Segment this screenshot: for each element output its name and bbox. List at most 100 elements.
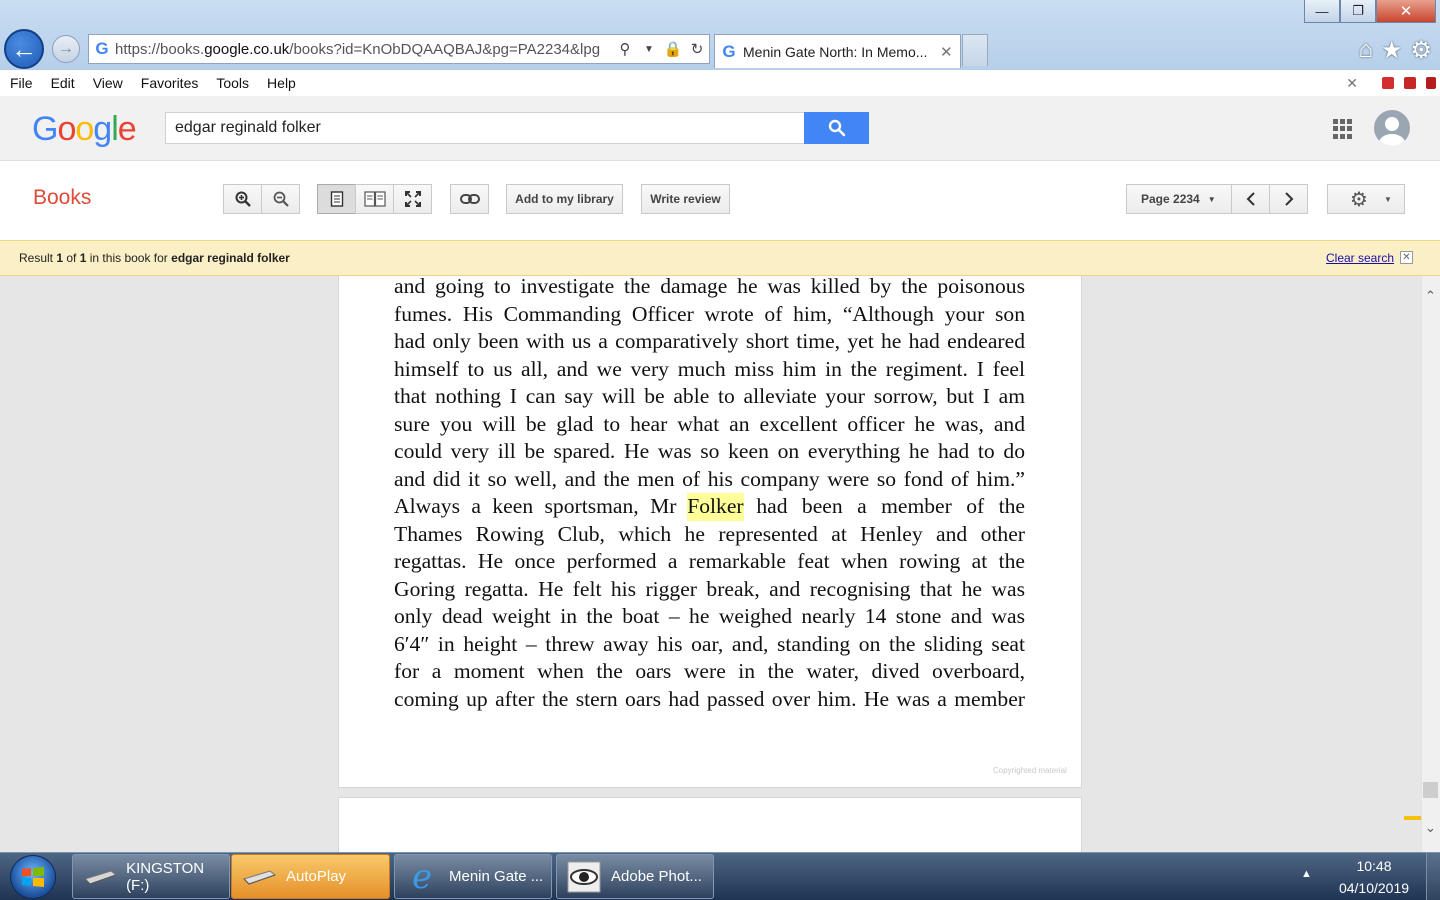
zoom-out-button[interactable] [261,184,300,214]
menu-edit[interactable]: Edit [41,75,83,91]
tab-menin-gate[interactable]: G Menin Gate North: In Memo... ✕ [714,34,961,68]
internet-explorer-icon: e [411,856,433,897]
gear-icon: ⚙ [1350,188,1368,211]
windows-logo-icon [22,867,44,887]
fullscreen-button[interactable] [393,184,432,214]
show-hidden-icons-button[interactable]: ▲ [1301,868,1312,880]
lock-icon[interactable]: 🔒 [661,40,685,58]
url-domain: google.co.uk [204,40,290,58]
single-page-icon [330,191,343,207]
search-input[interactable]: edgar reginald folker [165,112,805,144]
menu-view[interactable]: View [83,75,131,91]
text-line: Thames Rowing Club, which he represented… [394,521,1025,546]
taskbar-item-kingston[interactable]: KINGSTON (F:) [72,854,230,899]
page-selector-label: Page 2234 [1141,192,1200,206]
text-line: and did it so well, and the men of his c… [394,466,1025,491]
fullscreen-icon [404,191,421,207]
book-page-text: and going to investigate the damage he w… [394,273,1025,713]
text-line: had only been with us a comparatively sh… [394,329,1025,353]
text-line-with-highlight: Always a keen sportsman, Mr Folker had b… [394,493,1025,521]
favorites-star-icon[interactable]: ★ [1381,36,1403,65]
google-logo[interactable]: Google [32,110,137,149]
back-button[interactable]: ← [4,29,44,69]
forward-arrow-icon: → [58,40,74,57]
minimize-button[interactable]: — [1304,0,1340,23]
chevron-left-icon [1246,192,1255,206]
search-icon[interactable]: ⚲ [613,40,637,58]
text-line: coming up after the stern oars had passe… [394,686,1025,711]
clock-date[interactable]: 04/10/2019 [1332,880,1416,896]
menu-favorites[interactable]: Favorites [131,75,207,91]
scroll-up-arrow-icon[interactable]: ⌃ [1421,288,1440,304]
text-line: could very ill be spared. He was so keen… [394,439,1025,463]
taskbar-item-label: AutoPlay [286,868,347,885]
google-favicon-icon: G [722,41,736,61]
text-line: that nothing I can say will be able to a… [394,384,1025,408]
chevron-right-icon [1284,192,1293,206]
forward-button[interactable]: → [52,35,80,63]
address-bar[interactable]: G https://books.google.co.uk/books?id=Kn… [88,34,710,64]
url-text[interactable]: https://books.google.co.uk/books?id=KnOb… [115,41,613,58]
close-tab-icon[interactable]: ✕ [940,43,960,61]
url-prefix: https://books. [115,40,205,58]
add-to-library-button[interactable]: Add to my library [506,184,623,214]
books-section-label[interactable]: Books [33,186,91,210]
addon-red-icon[interactable] [1382,77,1394,89]
write-review-button[interactable]: Write review [641,184,730,214]
new-tab-button[interactable] [962,34,988,66]
page-selector-dropdown[interactable]: Page 2234 ▼ [1126,184,1232,214]
settings-gear-icon[interactable]: ⚙ [1410,36,1432,65]
single-page-view-button[interactable] [317,184,356,214]
link-button[interactable] [450,184,489,214]
restore-button[interactable]: ❐ [1340,0,1376,23]
next-page-button[interactable] [1269,184,1308,214]
browser-toolbar-icons: ⌂ ★ ⚙ [1358,36,1432,65]
logo-letter: o [57,110,76,148]
logo-letter: g [93,110,112,148]
show-desktop-button[interactable] [1426,853,1440,900]
window-controls: — ❐ ✕ [1304,0,1436,23]
search-button[interactable] [804,112,869,144]
menu-file[interactable]: File [0,75,41,91]
search-hit-marker [1404,816,1421,820]
two-page-view-button[interactable] [355,184,394,214]
next-book-page [338,797,1082,857]
addon-red-flag-icon[interactable] [1426,77,1436,89]
previous-page-button[interactable] [1231,184,1270,214]
tab-title: Menin Gate North: In Memo... [743,43,928,60]
copyright-notice: Copyrighted material [993,766,1067,775]
photoshop-eye-icon [565,860,603,894]
zoom-in-button[interactable] [223,184,262,214]
refresh-icon[interactable]: ↻ [685,40,709,58]
dropdown-arrow-icon[interactable]: ▼ [637,44,661,55]
start-button[interactable] [10,855,56,899]
taskbar-item-autoplay[interactable]: AutoPlay [231,854,390,899]
taskbar-item-ie[interactable]: e Menin Gate ... [394,854,552,899]
chevron-down-icon: ▼ [1383,194,1392,204]
clear-search-link[interactable]: Clear search [1326,251,1394,265]
text-line-after: had been a member of the [756,494,1025,518]
text-line: 6′4″ in height – threw away his oar, and… [394,631,1025,656]
menu-help[interactable]: Help [257,75,304,91]
vertical-scrollbar[interactable] [1421,276,1440,852]
text-line: fumes. His Commanding Officer wrote of h… [394,301,1025,326]
scroll-down-arrow-icon[interactable]: ⌄ [1421,820,1440,836]
close-menubar-icon[interactable]: ✕ [1346,75,1358,92]
home-icon[interactable]: ⌂ [1358,36,1373,65]
taskbar-item-photoshop[interactable]: Adobe Phot... [556,854,714,899]
clock-time[interactable]: 10:48 [1332,858,1416,874]
url-path: /books?id=KnObDQAAQBAJ&pg=PA2234&lpg [289,40,601,58]
menu-tools[interactable]: Tools [206,75,257,91]
settings-dropdown[interactable]: ⚙ ▼ [1327,184,1405,214]
account-avatar[interactable] [1374,110,1410,146]
scrollbar-thumb[interactable] [1423,782,1438,798]
taskbar-item-label: Adobe Phot... [611,868,702,885]
clear-search-close-icon[interactable]: ✕ [1400,251,1413,264]
text-line: Goring regatta. He felt his rigger break… [394,576,1025,601]
logo-letter: e [117,110,137,148]
apps-grid-icon[interactable] [1333,119,1353,139]
close-window-button[interactable]: ✕ [1376,0,1436,23]
addon-red-convert-icon[interactable] [1404,77,1416,89]
result-query: edgar reginald folker [171,251,290,265]
text-line: for a moment when the oars were in the w… [394,659,1025,683]
